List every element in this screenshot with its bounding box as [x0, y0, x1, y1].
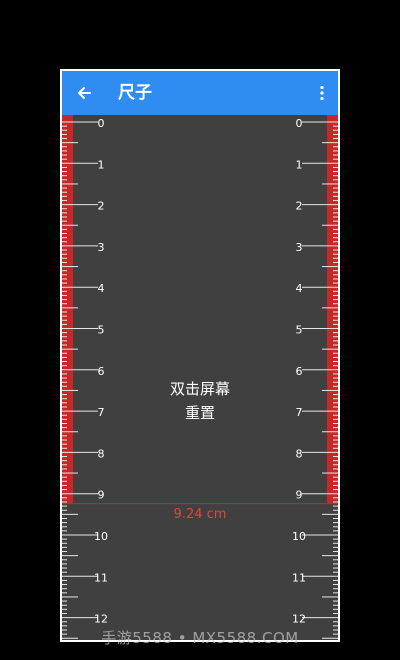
left-cm-label: 5 — [98, 324, 105, 337]
right-cm-label: 8 — [296, 447, 303, 460]
right-cm-label: 10 — [292, 530, 306, 543]
left-cm-label: 12 — [94, 613, 108, 626]
overflow-menu-button[interactable] — [310, 79, 334, 107]
left-cm-label: 10 — [94, 530, 108, 543]
left-highlight-strip — [62, 115, 73, 504]
right-cm-label: 11 — [292, 571, 306, 584]
left-cm-label: 0 — [98, 117, 105, 130]
hint-line-2: 重置 — [184, 404, 215, 422]
arrow-left-icon — [78, 87, 91, 99]
right-cm-label: 3 — [296, 241, 303, 254]
right-cm-label: 4 — [296, 282, 303, 295]
ruler-canvas[interactable]: 0 1 2 3 4 5 6 7 8 9 10 11 12 0 1 2 3 4 5 6 7 8 9 10 11 12 双击屏幕 重置… — [62, 115, 338, 640]
left-cm-label: 2 — [98, 200, 105, 213]
hint-line-1: 双击屏幕 — [169, 380, 230, 398]
more-vert-icon — [320, 85, 324, 101]
back-button[interactable] — [70, 79, 98, 107]
right-cm-label: 1 — [296, 158, 303, 171]
left-cm-label: 1 — [98, 158, 105, 171]
left-cm-label: 3 — [98, 241, 105, 254]
watermark: 手游5588 • MX5588.COM — [101, 629, 299, 647]
right-cm-label: 5 — [296, 324, 303, 337]
right-cm-label: 9 — [296, 489, 303, 502]
right-cm-label: 12 — [292, 613, 306, 626]
left-cm-label: 8 — [98, 447, 105, 460]
right-cm-label: 2 — [296, 200, 303, 213]
app-bar: 尺子 — [62, 71, 338, 115]
reset-hint: 双击屏幕 重置 — [62, 377, 338, 425]
left-cm-label: 9 — [98, 489, 105, 502]
left-cm-label: 11 — [94, 571, 108, 584]
right-cm-label: 0 — [296, 117, 303, 130]
right-cm-label: 6 — [296, 365, 303, 378]
right-highlight-strip — [327, 115, 338, 504]
measurement-value: 9.24 cm — [173, 506, 227, 522]
left-cm-label: 6 — [98, 365, 105, 378]
page-title: 尺子 — [118, 83, 152, 103]
left-cm-label: 4 — [98, 282, 105, 295]
